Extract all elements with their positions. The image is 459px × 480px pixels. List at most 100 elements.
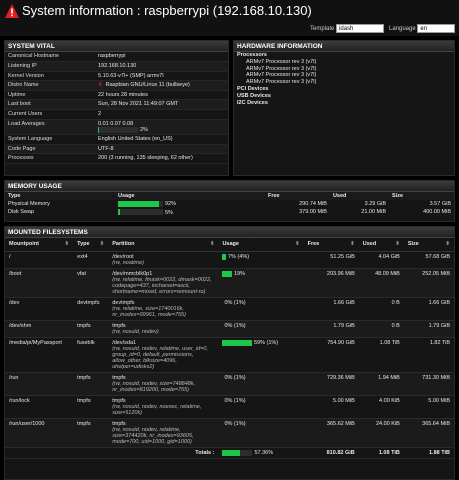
fs-col-header[interactable]: Size ⬍ bbox=[403, 238, 454, 252]
fs-type: vfat bbox=[73, 268, 109, 298]
memory-size: 3.57 GiB bbox=[429, 201, 451, 207]
vital-row: Canonical Hostname raspberrypi bbox=[5, 52, 228, 63]
vital-value: 22 hours 28 minutes bbox=[95, 90, 228, 101]
load-percent: 2% bbox=[140, 127, 148, 134]
fs-options: (rw, nosuid, nodev, noexec, relatime, si… bbox=[112, 403, 202, 416]
sort-icon: ⬍ bbox=[445, 241, 450, 247]
language-label: Language bbox=[389, 26, 416, 33]
fs-usage-bar bbox=[222, 339, 252, 346]
raspberry-warning-icon bbox=[5, 4, 19, 18]
memory-usage: 92% bbox=[115, 200, 265, 208]
cpu-item[interactable]: ARMv7 Processor rev 3 (v7l) bbox=[234, 72, 454, 79]
fs-col-header[interactable]: Usage ⬍ bbox=[218, 238, 304, 252]
memory-percent: 92% bbox=[165, 201, 177, 208]
system-vital-heading: SYSTEM VITAL bbox=[5, 41, 228, 52]
fs-usage-bar bbox=[222, 270, 232, 277]
memory-table: Type Usage Free Used Size Physical Memory 92% 2… bbox=[5, 192, 454, 217]
cpu-item[interactable]: ARMv7 Processor rev 3 (v7l) bbox=[234, 79, 454, 86]
vital-value: 200 (3 running, 135 sleeping, 62 other) bbox=[95, 153, 228, 164]
usb-devices-node[interactable]: USB Devices bbox=[234, 93, 454, 100]
sort-icon: ⬍ bbox=[99, 241, 105, 247]
totals-label: Totals : bbox=[108, 447, 219, 459]
load-bar bbox=[98, 126, 138, 133]
fs-options: (rw, relatime, fmask=0022, dmask=0022, c… bbox=[112, 276, 212, 295]
fs-free: 1.66 GiB bbox=[303, 297, 359, 321]
fs-used: 4.00 KiB bbox=[358, 395, 404, 419]
fs-row: /run/user/1000 tmpfs tmpfs (rw, nosuid, nod… bbox=[5, 418, 454, 448]
cpu-item[interactable]: ARMv7 Processor rev 3 (v7l) bbox=[234, 59, 454, 66]
fs-used: 1.94 MiB bbox=[358, 372, 404, 396]
sort-icon: ⬍ bbox=[395, 241, 400, 247]
memory-col-header: Usage bbox=[115, 192, 265, 200]
fs-free: 1.79 GiB bbox=[303, 320, 359, 338]
totals-usage: 57.36% bbox=[218, 447, 304, 459]
i2c-devices-node[interactable]: I2C Devices bbox=[234, 100, 454, 107]
fs-size: 1.79 GiB bbox=[403, 320, 454, 338]
system-vital-table: Canonical Hostname raspberrypi Listening I… bbox=[5, 52, 228, 164]
fs-partition: /dev/root (rw, noatime) bbox=[108, 251, 219, 269]
sort-icon: ⬍ bbox=[350, 241, 355, 247]
language-select[interactable]: en bbox=[417, 24, 456, 33]
vital-row: Uptime 22 hours 28 minutes bbox=[5, 90, 228, 101]
totals-size: 1.88 TiB bbox=[403, 447, 454, 459]
vital-row: Last boot Sun, 28 Nov 2021 11:49:07 GMT bbox=[5, 99, 228, 111]
fs-options: (rw, noatime) bbox=[112, 259, 145, 266]
fs-free: 754.90 GiB bbox=[303, 337, 359, 373]
fs-options: (rw, nosuid, nodev, relatime, user_id=0,… bbox=[112, 345, 208, 370]
fs-col-header[interactable]: Used ⬍ bbox=[358, 238, 404, 252]
template-select[interactable]: idash bbox=[336, 24, 385, 33]
sort-icon: ⬍ bbox=[295, 241, 300, 247]
vital-row: Listening IP 192.168.10.130 bbox=[5, 61, 228, 72]
fs-col-header[interactable]: Mountpoint ⬍ bbox=[5, 238, 74, 252]
fs-col-header[interactable]: Partition ⬍ bbox=[108, 238, 219, 252]
fs-header-row: Mountpoint ⬍ Type ⬍ Partition ⬍ Usage ⬍ Free ⬍ Use… bbox=[5, 238, 454, 252]
vital-key: Canonical Hostname bbox=[5, 52, 95, 63]
vital-value: 192.168.10.130 bbox=[95, 61, 228, 72]
fs-mountpoint: /run/user/1000 bbox=[5, 418, 74, 448]
fs-options: (rw, nosuid, nodev) bbox=[112, 328, 159, 335]
pci-devices-node[interactable]: PCI Devices bbox=[234, 86, 454, 93]
filesystems-heading: MOUNTED FILESYSTEMS bbox=[5, 227, 454, 238]
vital-key: System Language bbox=[5, 134, 95, 145]
fs-options: (rw, nosuid, nodev, size=748848k, nr_ino… bbox=[112, 380, 196, 393]
vital-value: English United States (en_US) bbox=[95, 134, 228, 145]
fs-type: tmpfs bbox=[73, 395, 109, 419]
fs-row: /boot vfat/dev/mmcblk0p1 (rw, relatime, fm… bbox=[5, 268, 454, 298]
fs-free: 203.96 MiB bbox=[303, 268, 359, 298]
fs-usage-bar bbox=[222, 253, 226, 260]
fs-percent: 0% (1%) bbox=[224, 374, 246, 381]
memory-free: 379.00 MiB bbox=[299, 209, 327, 216]
fs-partition: tmpfs (rw, nosuid, nodev, relatime, size=… bbox=[108, 418, 219, 448]
fs-col-header[interactable]: Type ⬍ bbox=[73, 238, 109, 252]
fs-used: 0 B bbox=[358, 320, 404, 338]
fs-mountpoint: / bbox=[5, 251, 74, 269]
memory-usage-bar bbox=[118, 201, 163, 207]
fs-col-header[interactable]: Free ⬍ bbox=[303, 238, 359, 252]
fs-partition: tmpfs (rw, nosuid, nodev, noexec, relatim… bbox=[108, 395, 219, 419]
vital-value: raspberrypi bbox=[95, 52, 228, 63]
totals-used: 1.08 TiB bbox=[358, 447, 404, 459]
fs-usage: 59% (1%) bbox=[218, 337, 304, 373]
filesystems-panel: MOUNTED FILESYSTEMS Mountpoint ⬍ Type ⬍ Part… bbox=[4, 226, 455, 480]
processors-node[interactable]: Processors bbox=[234, 52, 454, 59]
memory-size: 400.00 MiB bbox=[423, 209, 451, 216]
fs-row: /run tmpfs tmpfs (rw, nosuid, nodev, size=7… bbox=[5, 372, 454, 396]
vital-value-text: 5.10.63-v7l+ (SMP) armv7l bbox=[98, 72, 164, 79]
vital-key: Last boot bbox=[5, 99, 95, 111]
fs-usage: 0% (1%) bbox=[218, 372, 304, 396]
memory-type: Physical Memory bbox=[8, 201, 50, 207]
fs-percent: 0% (1%) bbox=[224, 322, 246, 329]
vital-value-text: 2 bbox=[98, 111, 102, 118]
memory-col-header: Type bbox=[5, 192, 115, 200]
vital-key: Code Page bbox=[5, 144, 95, 155]
vital-value-text: raspberrypi bbox=[98, 53, 126, 59]
memory-col-header: Size bbox=[389, 192, 454, 200]
vital-value: Sun, 28 Nov 2021 11:49:07 GMT bbox=[95, 99, 228, 111]
fs-partition: /dev/sda1 (rw, nosuid, nodev, relatime, u… bbox=[108, 337, 219, 373]
filesystems-table: Mountpoint ⬍ Type ⬍ Partition ⬍ Usage ⬍ Free ⬍ Use… bbox=[5, 238, 454, 459]
fs-type: devtmpfs bbox=[73, 297, 109, 321]
vital-row: Kernel Version 5.10.63-v7l+ (SMP) armv7l bbox=[5, 71, 228, 82]
fs-percent: 0% (1%) bbox=[224, 299, 246, 306]
system-vital-panel: SYSTEM VITAL Canonical Hostname raspberry… bbox=[4, 40, 229, 176]
cpu-item[interactable]: ARMv7 Processor rev 3 (v7l) bbox=[234, 66, 454, 73]
